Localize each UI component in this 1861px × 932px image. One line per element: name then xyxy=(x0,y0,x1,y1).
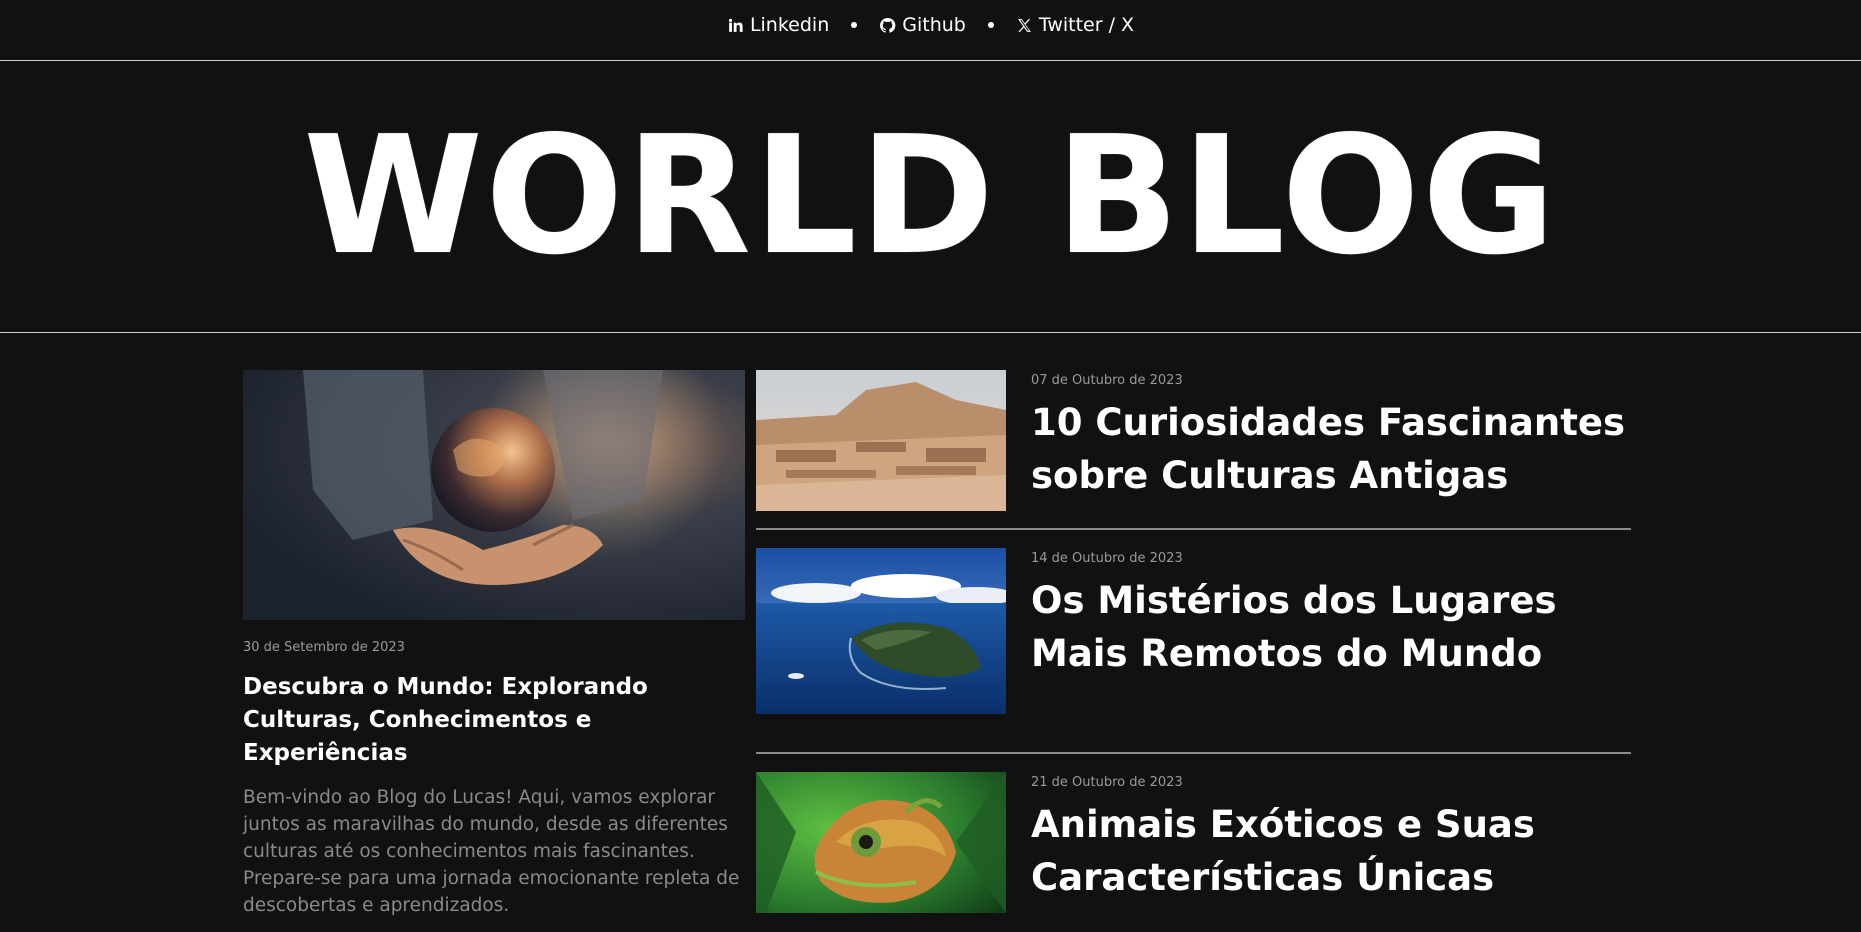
github-icon xyxy=(880,17,896,33)
chameleon-image[interactable] xyxy=(756,772,1006,913)
featured-post[interactable]: 30 de Setembro de 2023 Descubra o Mundo:… xyxy=(243,370,745,919)
github-link[interactable]: Github xyxy=(857,14,988,36)
list-item[interactable]: 21 de Outubro de 2023 Animais Exóticos e… xyxy=(756,772,1631,932)
remote-island-image[interactable] xyxy=(756,548,1006,714)
post-title[interactable]: Os Mistérios dos Lugares Mais Remotos do… xyxy=(1031,574,1631,680)
twitter-label: Twitter / X xyxy=(1038,14,1135,36)
post-title[interactable]: 10 Curiosidades Fascinantes sobre Cultur… xyxy=(1031,396,1631,502)
post-date: 30 de Setembro de 2023 xyxy=(243,640,405,655)
post-date: 14 de Outubro de 2023 xyxy=(1031,551,1183,566)
site-title: WORLD BLOG xyxy=(303,102,1558,291)
hero-header: WORLD BLOG xyxy=(0,61,1861,333)
twitter-link[interactable]: Twitter / X xyxy=(994,14,1156,36)
top-nav: Linkedin Github Twitter / X xyxy=(0,0,1861,61)
linkedin-link[interactable]: Linkedin xyxy=(705,14,851,36)
post-date: 21 de Outubro de 2023 xyxy=(1031,775,1183,790)
linkedin-label: Linkedin xyxy=(749,14,830,36)
post-list: 07 de Outubro de 2023 10 Curiosidades Fa… xyxy=(756,370,1631,932)
github-label: Github xyxy=(902,14,966,36)
post-title[interactable]: Descubra o Mundo: Explorando Culturas, C… xyxy=(243,671,745,770)
post-date: 07 de Outubro de 2023 xyxy=(1031,373,1183,388)
ancient-ruins-image[interactable] xyxy=(756,370,1006,511)
earth-in-hands-image[interactable] xyxy=(243,370,745,620)
post-excerpt: Bem-vindo ao Blog do Lucas! Aqui, vamos … xyxy=(243,787,740,916)
list-item[interactable]: 14 de Outubro de 2023 Os Mistérios dos L… xyxy=(756,548,1631,754)
list-item[interactable]: 07 de Outubro de 2023 10 Curiosidades Fa… xyxy=(756,370,1631,530)
main-content: 30 de Setembro de 2023 Descubra o Mundo:… xyxy=(0,333,1861,931)
x-icon xyxy=(1017,18,1031,32)
post-title[interactable]: Animais Exóticos e Suas Características … xyxy=(1031,798,1631,904)
linkedin-icon xyxy=(728,18,743,32)
